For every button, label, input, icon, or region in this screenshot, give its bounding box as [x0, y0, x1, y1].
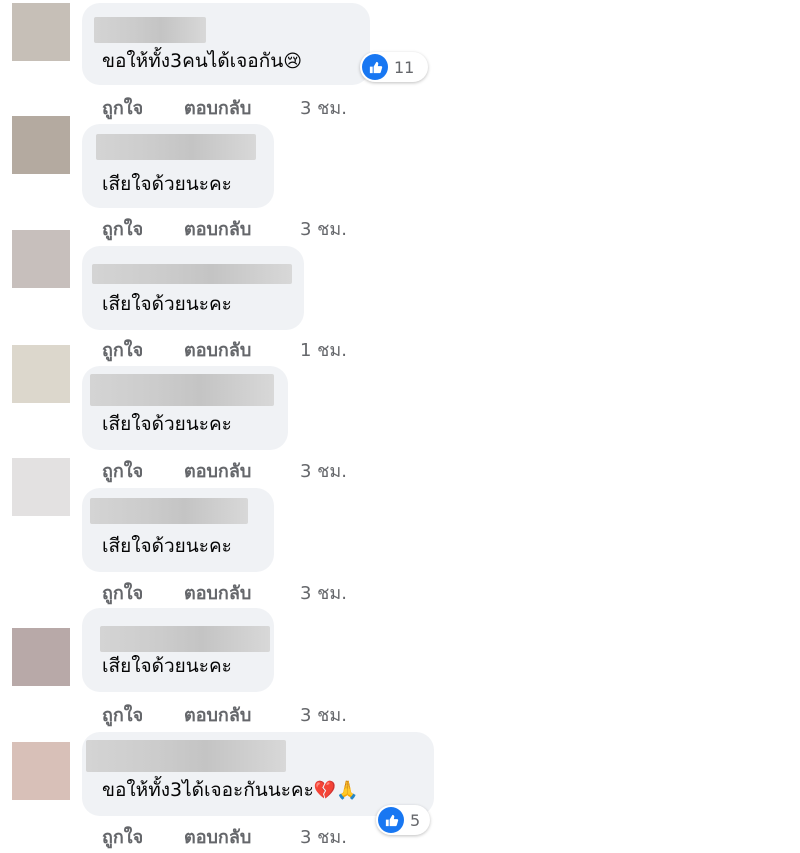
commenter-name-blurred[interactable] — [92, 264, 292, 284]
comment-bubble: เสียใจด้วยนะคะ — [82, 124, 274, 208]
avatar[interactable] — [12, 742, 70, 800]
avatar[interactable] — [12, 628, 70, 686]
commenter-name-blurred[interactable] — [100, 626, 270, 652]
timestamp[interactable]: 3 ชม. — [300, 578, 347, 607]
comment-text-content: เสียใจด้วยนะคะ — [102, 535, 232, 557]
reply-button[interactable]: ตอบกลับ — [184, 822, 251, 851]
commenter-name-blurred[interactable] — [94, 17, 206, 43]
commenter-name-blurred[interactable] — [86, 740, 286, 772]
comment-text: ขอให้ทั้ง3คนได้เจอกัน😢 — [102, 49, 302, 74]
commenter-name-blurred[interactable] — [90, 498, 248, 524]
comment-text-content: เสียใจด้วยนะคะ — [102, 173, 232, 195]
comment-text: เสียใจด้วยนะคะ — [102, 412, 232, 436]
comment-bubble: เสียใจด้วยนะคะ — [82, 246, 304, 330]
timestamp[interactable]: 3 ชม. — [300, 700, 347, 729]
avatar[interactable] — [12, 116, 70, 174]
avatar[interactable] — [12, 345, 70, 403]
comment-text-content: เสียใจด้วยนะคะ — [102, 413, 232, 435]
comment-text: เสียใจด้วยนะคะ — [102, 534, 232, 558]
reaction-summary[interactable]: 11 — [360, 52, 428, 82]
reaction-count: 11 — [394, 57, 415, 77]
reaction-count: 5 — [410, 810, 421, 830]
crying-emoji-icon: 😢 — [283, 50, 302, 72]
like-reaction-icon — [362, 54, 388, 80]
avatar[interactable] — [12, 230, 70, 288]
comment-bubble: เสียใจด้วยนะคะ — [82, 366, 288, 450]
timestamp[interactable]: 3 ชม. — [300, 214, 347, 243]
comment-text: เสียใจด้วยนะคะ — [102, 172, 232, 196]
like-button[interactable]: ถูกใจ — [102, 822, 143, 851]
timestamp[interactable]: 3 ชม. — [300, 93, 347, 122]
reply-button[interactable]: ตอบกลับ — [184, 214, 251, 243]
broken-heart-pray-emoji-icon: 💔🙏 — [313, 779, 359, 801]
comment-bubble: เสียใจด้วยนะคะ — [82, 488, 274, 572]
comment-text: เสียใจด้วยนะคะ — [102, 292, 232, 316]
timestamp[interactable]: 3 ชม. — [300, 456, 347, 485]
reply-button[interactable]: ตอบกลับ — [184, 700, 251, 729]
comment-bubble: เสียใจด้วยนะคะ — [82, 608, 274, 692]
like-button[interactable]: ถูกใจ — [102, 93, 143, 122]
comment-text: เสียใจด้วยนะคะ — [102, 654, 232, 678]
avatar[interactable] — [12, 458, 70, 516]
avatar[interactable] — [12, 3, 70, 61]
reply-button[interactable]: ตอบกลับ — [184, 93, 251, 122]
like-reaction-icon — [378, 807, 404, 833]
comment-bubble: ขอให้ทั้ง3ได้เจอะกันนะคะ💔🙏 — [82, 732, 434, 816]
like-button[interactable]: ถูกใจ — [102, 700, 143, 729]
reply-button[interactable]: ตอบกลับ — [184, 578, 251, 607]
comment-text-content: ขอให้ทั้ง3คนได้เจอกัน — [102, 50, 284, 72]
comment-text-content: ขอให้ทั้ง3ได้เจอะกันนะคะ — [102, 779, 314, 801]
comment-text-content: เสียใจด้วยนะคะ — [102, 655, 232, 677]
comment-bubble: ขอให้ทั้ง3คนได้เจอกัน😢 — [82, 3, 370, 85]
reaction-summary[interactable]: 5 — [376, 805, 430, 835]
timestamp[interactable]: 1 ชม. — [300, 335, 347, 364]
like-button[interactable]: ถูกใจ — [102, 578, 143, 607]
reply-button[interactable]: ตอบกลับ — [184, 335, 251, 364]
comment-text: ขอให้ทั้ง3ได้เจอะกันนะคะ💔🙏 — [102, 778, 359, 803]
commenter-name-blurred[interactable] — [96, 134, 256, 160]
like-button[interactable]: ถูกใจ — [102, 456, 143, 485]
like-button[interactable]: ถูกใจ — [102, 335, 143, 364]
comment-text-content: เสียใจด้วยนะคะ — [102, 293, 232, 315]
like-button[interactable]: ถูกใจ — [102, 214, 143, 243]
commenter-name-blurred[interactable] — [90, 374, 274, 406]
reply-button[interactable]: ตอบกลับ — [184, 456, 251, 485]
timestamp[interactable]: 3 ชม. — [300, 822, 347, 851]
